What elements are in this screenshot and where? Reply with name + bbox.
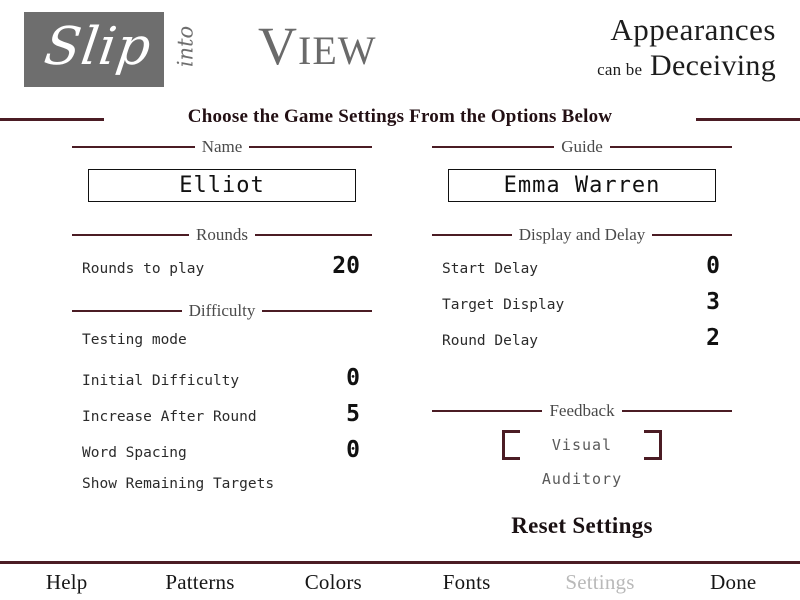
tagline-line-1: Appearances [610,12,776,47]
logo-vertical-word: into [173,25,198,68]
legend-label: Feedback [549,401,615,420]
nav-item-patterns[interactable]: Patterns [133,569,266,595]
setting-value: 0 [346,365,360,391]
name-input-value: Elliot [179,172,265,198]
setting-label: Rounds to play [82,261,205,277]
right-column: Guide Emma Warren Display and Delay Star… [432,134,733,540]
display-delay-rows: Start Delay 0 Target Display 3 Round Del… [432,254,732,362]
setting-row[interactable]: Rounds to play 20 [72,254,372,290]
setting-row[interactable]: Round Delay 2 [432,326,732,362]
setting-label: Increase After Round [82,409,257,425]
legend-label: Name [201,137,243,156]
logo-block: Slip [24,12,164,87]
guide-input-value: Emma Warren [503,172,661,198]
nav-item-help[interactable]: Help [0,569,133,595]
setting-value: 20 [332,253,360,279]
nav-item-colors[interactable]: Colors [267,569,400,595]
setting-row[interactable]: Start Delay 0 [432,254,732,290]
feedback-option-auditory[interactable]: Auditory [432,462,732,496]
reset-settings-button[interactable]: Reset Settings [432,512,732,540]
bottom-nav: Help Patterns Colors Fonts Settings Done [0,564,800,600]
legend-line-right [254,234,372,236]
section-legend-display-delay: Display and Delay [432,224,732,246]
setting-value: 0 [346,437,360,463]
section-legend-difficulty: Difficulty [72,300,373,322]
legend-label: Rounds [196,225,248,244]
selection-bracket-bottom-left-icon [502,442,520,460]
section-legend-guide: Guide [432,136,733,158]
legend-line-left [432,146,555,148]
legend-label: Difficulty [188,301,256,320]
setting-row[interactable]: Increase After Round 5 [72,402,372,438]
setting-label: Testing mode [82,332,187,348]
logo-into-block: into [164,12,206,87]
legend-line-left [72,310,182,312]
setting-label: Target Display [442,297,565,313]
legend-line-left [72,234,190,236]
section-legend-feedback: Feedback [432,400,733,422]
brand-logo: Slip into [24,12,206,87]
tagline-emphasis: Deceiving [650,49,776,82]
legend-line-right [249,146,372,148]
selection-bracket-bottom-right-icon [644,442,662,460]
section-legend-rounds: Rounds [72,224,372,246]
setting-label: Word Spacing [82,445,187,461]
guide-input[interactable]: Emma Warren [448,169,716,202]
legend-label: Display and Delay [518,225,646,244]
legend-line-right [262,310,373,312]
nav-item-fonts[interactable]: Fonts [400,569,533,595]
setting-label: Round Delay [442,333,539,349]
setting-label: Initial Difficulty [82,373,240,389]
page-title: Choose the Game Settings From the Option… [187,106,613,127]
logo-script-word: Slip [40,17,156,77]
legend-line-right [609,146,733,148]
legend-line-left [432,410,543,412]
setting-value: 5 [346,401,360,427]
setting-row[interactable]: Word Spacing 0 [72,438,372,474]
legend-line-left [432,234,512,236]
setting-row[interactable]: Target Display 3 [432,290,732,326]
rounds-rows: Rounds to play 20 [72,254,372,290]
legend-line-right [652,234,732,236]
setting-value: 3 [706,289,720,315]
setting-label: Show Remaining Targets [82,476,275,492]
setting-value: 0 [706,253,720,279]
section-legend-name: Name [72,136,372,158]
setting-row[interactable]: Testing mode [72,330,372,366]
tagline: Appearances can be Deceiving [356,12,776,88]
setting-value: 2 [706,325,720,351]
nav-item-done[interactable]: Done [667,569,800,595]
setting-label: Start Delay [442,261,539,277]
feedback-options: Visual Auditory [432,428,732,496]
page-title-band: Choose the Game Settings From the Option… [0,102,800,134]
nav-item-settings[interactable]: Settings [533,569,666,595]
wordmark-initial: V [258,16,298,76]
tagline-small-text: can be [597,60,643,79]
app-header: Slip into VIEW Appearances can be Deceiv… [0,0,800,100]
legend-label: Guide [561,137,603,156]
feedback-option-label: Auditory [541,470,623,488]
left-column: Name Elliot Rounds Rounds to play 20 Dif… [72,134,373,510]
feedback-option-label: Visual [551,436,613,454]
name-input[interactable]: Elliot [88,169,356,202]
difficulty-rows: Testing mode Initial Difficulty 0 Increa… [72,330,372,510]
feedback-option-visual[interactable]: Visual [432,428,732,462]
legend-line-left [72,146,195,148]
tagline-line-2: can be Deceiving [356,48,776,88]
setting-row[interactable]: Initial Difficulty 0 [72,366,372,402]
legend-line-right [621,410,733,412]
setting-row[interactable]: Show Remaining Targets [72,474,372,510]
